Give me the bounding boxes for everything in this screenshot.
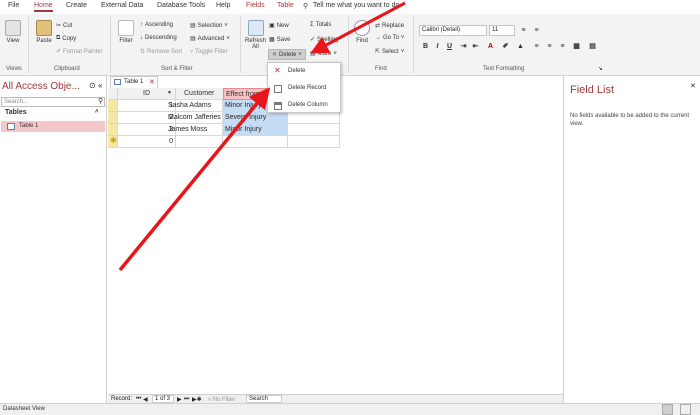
- annotation-arrow-to-delete-button: [310, 1, 406, 54]
- annotation-arrow-to-delete-record: [118, 87, 271, 272]
- annotation-arrows: [118, 1, 406, 272]
